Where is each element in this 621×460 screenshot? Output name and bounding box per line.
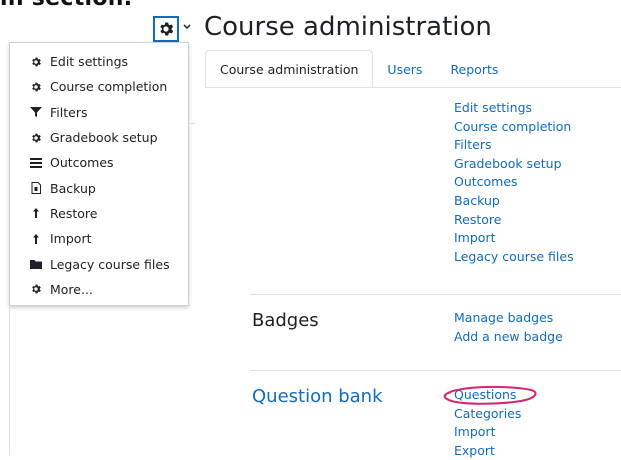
cropped-instruction-text: in section. bbox=[0, 0, 132, 11]
menu-item-label: Gradebook setup bbox=[50, 130, 158, 146]
gear-icon bbox=[32, 133, 41, 142]
menu-item-label: Legacy course files bbox=[50, 256, 170, 272]
tab-users[interactable]: Users bbox=[373, 50, 436, 88]
menu-item-edit-settings[interactable]: Edit settings bbox=[10, 49, 188, 74]
link-add-new-badge[interactable]: Add a new badge bbox=[454, 328, 563, 347]
link-course-completion[interactable]: Course completion bbox=[454, 118, 574, 137]
divider bbox=[189, 123, 195, 124]
admin-tabs: Course administration Users Reports bbox=[205, 50, 512, 88]
question-bank-section-title[interactable]: Question bank bbox=[252, 386, 383, 407]
menu-item-filters[interactable]: Filters bbox=[10, 100, 188, 125]
link-edit-settings[interactable]: Edit settings bbox=[454, 99, 574, 118]
gear-icon bbox=[32, 57, 41, 66]
link-categories[interactable]: Categories bbox=[454, 405, 521, 424]
menu-item-legacy-course-files[interactable]: Legacy course files bbox=[10, 251, 188, 276]
menu-item-label: Edit settings bbox=[50, 54, 129, 70]
filter-icon bbox=[30, 107, 42, 118]
gear-icon bbox=[160, 22, 174, 36]
badges-links: Manage badges Add a new badge bbox=[454, 309, 563, 346]
menu-item-gradebook-setup[interactable]: Gradebook setup bbox=[10, 125, 188, 150]
link-outcomes[interactable]: Outcomes bbox=[454, 173, 574, 192]
link-gradebook-setup[interactable]: Gradebook setup bbox=[454, 155, 574, 174]
upload-icon bbox=[33, 208, 39, 219]
highlight-circle-annotation bbox=[443, 385, 537, 405]
course-settings-links: Edit settings Course completion Filters … bbox=[454, 99, 574, 266]
link-legacy-course-files[interactable]: Legacy course files bbox=[454, 248, 574, 267]
section-divider bbox=[250, 370, 621, 371]
menu-item-label: Course completion bbox=[50, 79, 168, 95]
tab-reports[interactable]: Reports bbox=[436, 50, 512, 88]
file-icon bbox=[31, 182, 41, 195]
course-admin-dropdown-menu: Edit settings Course completion Filters … bbox=[9, 42, 189, 306]
upload-icon bbox=[33, 233, 39, 244]
page-title: Course administration bbox=[204, 12, 492, 42]
section-divider bbox=[250, 294, 621, 295]
caret-down-icon[interactable] bbox=[182, 19, 192, 33]
link-qb-export[interactable]: Export bbox=[454, 442, 521, 460]
tab-course-administration[interactable]: Course administration bbox=[205, 50, 374, 88]
gear-icon bbox=[32, 284, 41, 294]
menu-item-label: Restore bbox=[50, 205, 98, 221]
tabs-divider bbox=[205, 87, 621, 88]
menu-item-more[interactable]: More... bbox=[10, 277, 188, 302]
menu-item-import[interactable]: Import bbox=[10, 226, 188, 251]
folder-icon bbox=[30, 260, 42, 270]
menu-item-outcomes[interactable]: Outcomes bbox=[10, 150, 188, 175]
divider bbox=[9, 306, 10, 455]
link-filters[interactable]: Filters bbox=[454, 136, 574, 155]
menu-item-label: Filters bbox=[50, 104, 88, 120]
menu-item-restore[interactable]: Restore bbox=[10, 201, 188, 226]
gear-icon bbox=[32, 82, 41, 92]
menu-item-course-completion[interactable]: Course completion bbox=[10, 74, 188, 99]
course-admin-gear-button[interactable] bbox=[153, 16, 179, 42]
link-backup[interactable]: Backup bbox=[454, 192, 574, 211]
badges-section-title: Badges bbox=[252, 310, 319, 331]
menu-item-label: Backup bbox=[50, 180, 96, 196]
menu-item-label: Outcomes bbox=[50, 155, 114, 171]
menu-item-label: Import bbox=[50, 231, 92, 247]
list-icon bbox=[30, 157, 42, 168]
menu-item-backup[interactable]: Backup bbox=[10, 175, 188, 200]
link-manage-badges[interactable]: Manage badges bbox=[454, 309, 563, 328]
menu-item-label: More... bbox=[50, 281, 93, 297]
link-import[interactable]: Import bbox=[454, 229, 574, 248]
link-qb-import[interactable]: Import bbox=[454, 423, 521, 442]
link-restore[interactable]: Restore bbox=[454, 211, 574, 230]
